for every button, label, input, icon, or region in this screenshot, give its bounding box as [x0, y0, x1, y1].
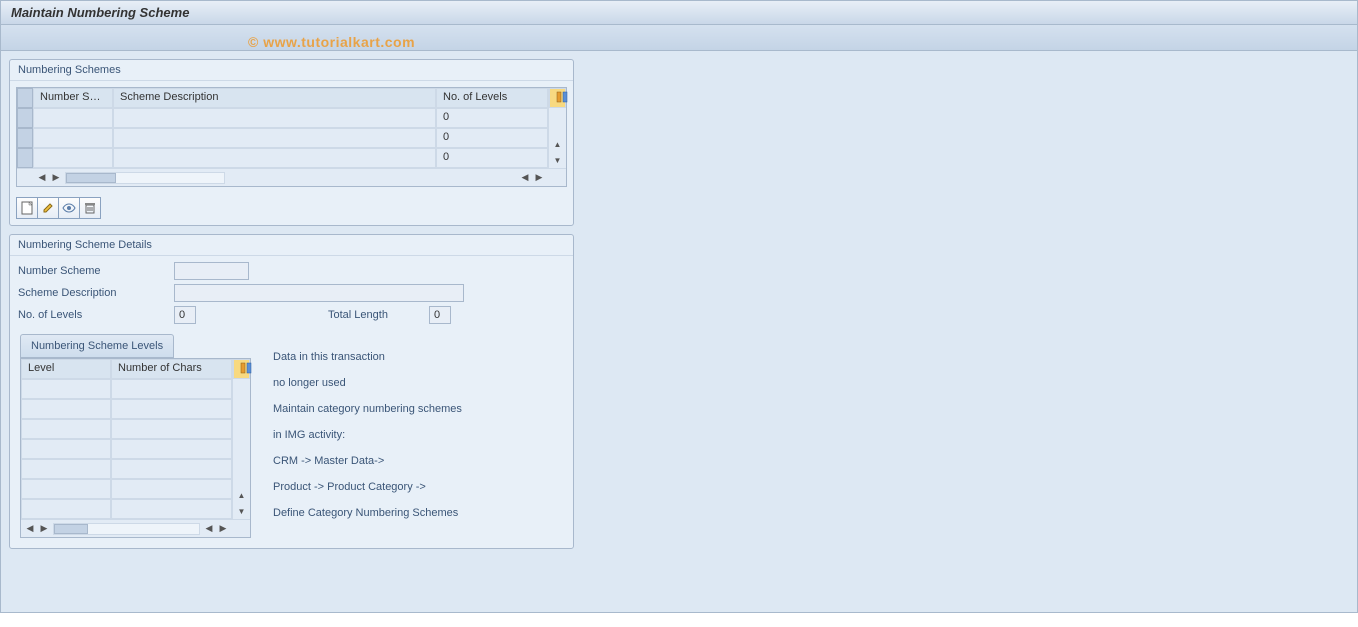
- cell-chars[interactable]: [111, 399, 232, 419]
- levels-vscroll: ▲ ▼: [232, 359, 250, 519]
- number-scheme-field[interactable]: [174, 262, 249, 280]
- cell-num[interactable]: [33, 108, 113, 128]
- total-length-field[interactable]: [429, 306, 451, 324]
- cell-level[interactable]: [21, 459, 111, 479]
- app-toolbar: [0, 25, 1358, 51]
- cell-desc[interactable]: [113, 128, 436, 148]
- create-button[interactable]: [16, 197, 38, 219]
- delete-button[interactable]: [79, 197, 101, 219]
- scheme-details-title: Numbering Scheme Details: [10, 235, 573, 256]
- scroll-left-icon[interactable]: ◀: [23, 522, 37, 536]
- table-row[interactable]: [21, 419, 232, 439]
- info-line: no longer used: [265, 370, 470, 396]
- cell-chars[interactable]: [111, 419, 232, 439]
- cell-num[interactable]: [33, 148, 113, 168]
- cell-level[interactable]: [21, 479, 111, 499]
- schemes-hscroll: ◀ ▶ ◀ ▶: [17, 168, 566, 186]
- content-area: Numbering Schemes Number S… Scheme Descr…: [0, 51, 1358, 613]
- info-line: Product -> Product Category ->: [265, 474, 470, 500]
- table-row[interactable]: 0: [17, 128, 548, 148]
- table-row[interactable]: [21, 479, 232, 499]
- scroll-right-icon[interactable]: ▶: [49, 171, 63, 185]
- row-selector-header: [17, 88, 33, 108]
- scroll-track[interactable]: [53, 523, 200, 535]
- cell-level[interactable]: [21, 499, 111, 519]
- watermark: © www.tutorialkart.com: [248, 34, 415, 50]
- scroll-right-icon[interactable]: ▶: [37, 522, 51, 536]
- numbering-schemes-group: Numbering Schemes Number S… Scheme Descr…: [9, 59, 574, 226]
- row-selector[interactable]: [17, 108, 33, 128]
- col-level[interactable]: Level: [21, 359, 111, 379]
- scroll-right-icon[interactable]: ▶: [532, 171, 546, 185]
- scroll-left-icon[interactable]: ◀: [518, 171, 532, 185]
- label-number-scheme: Number Scheme: [18, 265, 168, 277]
- scroll-thumb[interactable]: [54, 524, 88, 534]
- info-line: in IMG activity:: [265, 422, 470, 448]
- page-title-bar: Maintain Numbering Scheme: [0, 0, 1358, 25]
- row-selector[interactable]: [17, 148, 33, 168]
- schemes-vscroll: ▲ ▼: [548, 88, 566, 168]
- edit-button[interactable]: [37, 197, 59, 219]
- info-text-block: Data in this transaction no longer used …: [251, 326, 470, 526]
- levels-table: Level Number of Chars: [20, 358, 251, 538]
- cell-levels[interactable]: 0: [436, 108, 548, 128]
- label-scheme-description: Scheme Description: [18, 287, 168, 299]
- scroll-right-icon[interactable]: ▶: [216, 522, 230, 536]
- scroll-track[interactable]: [65, 172, 225, 184]
- table-row[interactable]: 0: [17, 148, 548, 168]
- display-button[interactable]: [58, 197, 80, 219]
- scheme-description-field[interactable]: [174, 284, 464, 302]
- scroll-left-icon[interactable]: ◀: [202, 522, 216, 536]
- cell-level[interactable]: [21, 399, 111, 419]
- scroll-up-icon[interactable]: ▲: [551, 137, 565, 151]
- col-num-chars[interactable]: Number of Chars: [111, 359, 232, 379]
- cell-level[interactable]: [21, 379, 111, 399]
- cell-chars[interactable]: [111, 479, 232, 499]
- table-row[interactable]: 0: [17, 108, 548, 128]
- cell-chars[interactable]: [111, 499, 232, 519]
- cell-levels[interactable]: 0: [436, 148, 548, 168]
- col-number-scheme[interactable]: Number S…: [33, 88, 113, 108]
- table-row[interactable]: [21, 499, 232, 519]
- label-total-length: Total Length: [328, 309, 423, 321]
- cell-desc[interactable]: [113, 148, 436, 168]
- schemes-toolbar: [16, 197, 567, 219]
- info-line: Data in this transaction: [265, 344, 470, 370]
- scroll-up-icon[interactable]: ▲: [235, 488, 249, 502]
- cell-chars[interactable]: [111, 459, 232, 479]
- cell-level[interactable]: [21, 439, 111, 459]
- cell-chars[interactable]: [111, 379, 232, 399]
- scheme-details-group: Numbering Scheme Details Number Scheme S…: [9, 234, 574, 549]
- table-row[interactable]: [21, 379, 232, 399]
- info-line: Maintain category numbering schemes: [265, 396, 470, 422]
- scroll-down-icon[interactable]: ▼: [551, 153, 565, 167]
- table-row[interactable]: [21, 439, 232, 459]
- levels-hscroll: ◀ ▶ ◀ ▶: [21, 519, 250, 537]
- cell-desc[interactable]: [113, 108, 436, 128]
- col-scheme-description[interactable]: Scheme Description: [113, 88, 436, 108]
- table-row[interactable]: [21, 399, 232, 419]
- numbering-schemes-title: Numbering Schemes: [10, 60, 573, 81]
- schemes-table: Number S… Scheme Description No. of Leve…: [16, 87, 567, 187]
- page-title: Maintain Numbering Scheme: [11, 5, 189, 20]
- cell-levels[interactable]: 0: [436, 128, 548, 148]
- tab-scheme-levels[interactable]: Numbering Scheme Levels: [20, 334, 174, 358]
- cell-level[interactable]: [21, 419, 111, 439]
- scroll-thumb[interactable]: [66, 173, 116, 183]
- no-of-levels-field[interactable]: [174, 306, 196, 324]
- label-no-of-levels: No. of Levels: [18, 309, 168, 321]
- info-line: Define Category Numbering Schemes: [265, 500, 470, 526]
- col-no-of-levels[interactable]: No. of Levels: [436, 88, 548, 108]
- cell-chars[interactable]: [111, 439, 232, 459]
- table-settings-icon[interactable]: [233, 359, 250, 379]
- cell-num[interactable]: [33, 128, 113, 148]
- table-row[interactable]: [21, 459, 232, 479]
- scroll-down-icon[interactable]: ▼: [235, 504, 249, 518]
- table-settings-icon[interactable]: [549, 88, 566, 108]
- info-line: CRM -> Master Data->: [265, 448, 470, 474]
- row-selector[interactable]: [17, 128, 33, 148]
- scroll-left-icon[interactable]: ◀: [35, 171, 49, 185]
